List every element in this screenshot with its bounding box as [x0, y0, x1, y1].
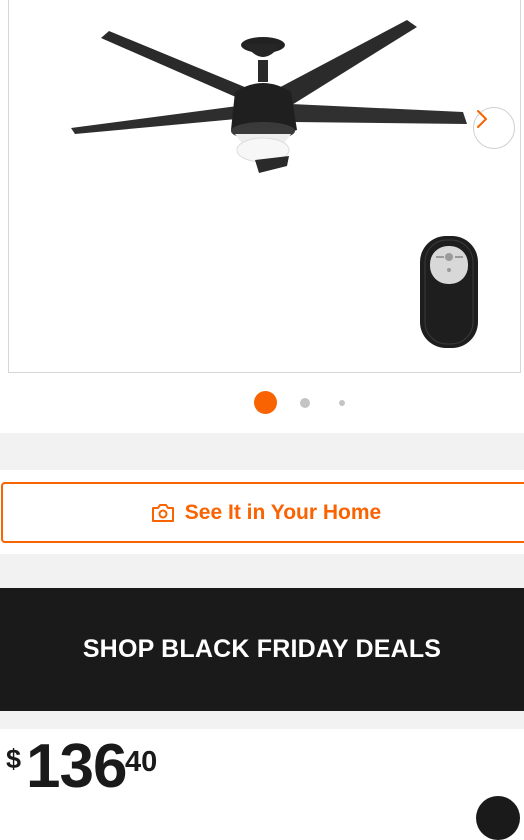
black-friday-banner[interactable]: SHOP BLACK FRIDAY DEALS: [0, 588, 524, 711]
ceiling-fan-image: [71, 20, 478, 348]
gallery-dots: [0, 390, 524, 414]
chevron-right-icon: [477, 110, 487, 128]
banner-label: SHOP BLACK FRIDAY DEALS: [82, 635, 442, 663]
camera-icon: [151, 503, 174, 522]
gallery-dot[interactable]: [339, 400, 345, 406]
floating-action-button[interactable]: [476, 796, 520, 840]
gallery-dot-active[interactable]: [254, 391, 277, 414]
section-divider: [0, 433, 524, 470]
product-image[interactable]: [8, 0, 521, 373]
section-divider: [0, 711, 524, 729]
price-dollars: 136: [26, 732, 127, 801]
price-currency: $: [6, 744, 22, 774]
next-image-button[interactable]: [473, 107, 515, 149]
see-it-label: See It in Your Home: [184, 500, 382, 524]
see-it-in-your-home-button[interactable]: See It in Your Home: [1, 482, 524, 543]
price-cents: 40: [125, 746, 158, 778]
gallery-dot[interactable]: [300, 398, 310, 408]
section-divider: [0, 554, 524, 588]
